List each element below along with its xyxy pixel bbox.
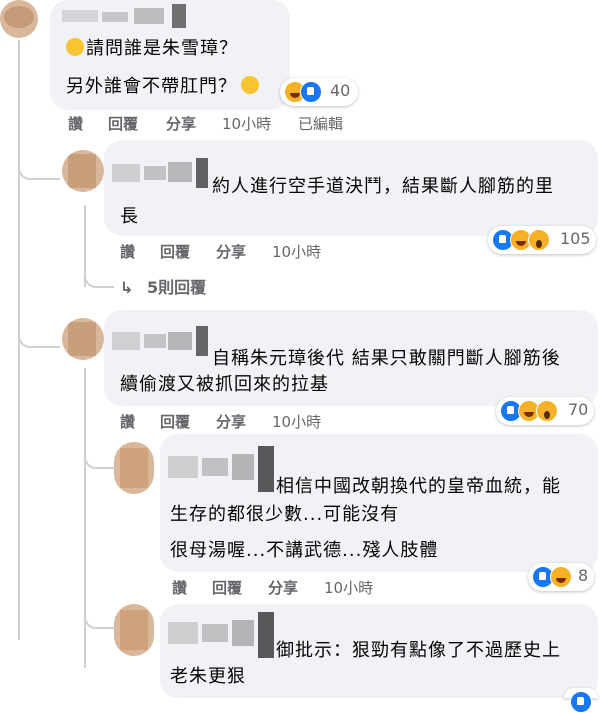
timestamp[interactable]: 10小時: [272, 411, 321, 432]
comment-text-line-1: 請問誰是朱雪璋？: [66, 34, 238, 64]
wow-icon: [528, 229, 550, 251]
confused-emoji-icon: [66, 38, 84, 56]
like-icon: [300, 81, 322, 103]
reaction-summary[interactable]: [564, 688, 598, 713]
reaction-summary[interactable]: 8: [528, 563, 594, 591]
commenter-name-blurred[interactable]: [168, 446, 278, 492]
comment-text-line-2: 生存的都很少數...可能沒有: [170, 504, 400, 525]
reply-button[interactable]: 回覆: [108, 113, 138, 134]
edited-label[interactable]: 已編輯: [298, 113, 343, 134]
comment-text-line-1: 御批示：狠勁有點像了不過歷史上: [276, 640, 561, 661]
commenter-name-blurred[interactable]: [62, 2, 192, 32]
timestamp[interactable]: 10小時: [324, 577, 373, 598]
laughing-emoji-icon: [241, 76, 259, 94]
view-more-replies-button[interactable]: ↳ 5則回覆: [120, 274, 206, 298]
reaction-summary[interactable]: 105: [488, 226, 596, 254]
comment-text-line-2: 長: [120, 206, 139, 227]
share-button[interactable]: 分享: [216, 241, 246, 262]
comment-text-line-2: 另外誰會不帶肛門？: [66, 72, 259, 102]
reaction-summary[interactable]: 40: [280, 78, 358, 106]
avatar[interactable]: [0, 0, 38, 38]
timestamp[interactable]: 10小時: [272, 241, 321, 262]
like-button[interactable]: 讚: [68, 113, 83, 134]
avatar[interactable]: [114, 604, 154, 656]
reaction-summary[interactable]: 70: [496, 397, 594, 425]
like-button[interactable]: 讚: [120, 411, 135, 432]
share-button[interactable]: 分享: [268, 577, 298, 598]
like-button[interactable]: 讚: [120, 241, 135, 262]
reply-arrow-icon: ↳: [120, 278, 134, 297]
commenter-name-blurred[interactable]: [168, 612, 278, 658]
thread-elbow-c5: [84, 605, 116, 629]
wow-icon: [536, 400, 558, 422]
avatar[interactable]: [114, 442, 154, 494]
comment-text-line-2: 續偷渡又被抓回來的拉基: [120, 374, 329, 395]
reply-button[interactable]: 回覆: [212, 577, 242, 598]
share-button[interactable]: 分享: [216, 411, 246, 432]
more-replies-label: 5則回覆: [146, 278, 207, 297]
avatar[interactable]: [62, 318, 104, 360]
thread-elbow-c2-more: [84, 270, 114, 288]
like-button[interactable]: 讚: [172, 577, 187, 598]
reaction-count: 70: [568, 400, 589, 419]
reaction-count: 105: [560, 229, 591, 248]
avatar-blur: [4, 6, 34, 28]
like-icon: [570, 691, 592, 713]
comment-text-line-1: 約人進行空手道決鬥，結果斷人腳筋的里: [212, 176, 554, 197]
reaction-count: 40: [330, 81, 351, 100]
reaction-count: 8: [578, 566, 589, 585]
haha-icon: [550, 566, 572, 588]
comment-text-line-3: 很母湯喔...不講武德...殘人肢體: [170, 540, 439, 561]
comment-text-line-1: 相信中國改朝換代的皇帝血統，能: [276, 476, 561, 497]
comment-text-line-2: 老朱更狠: [170, 666, 246, 687]
thread-elbow-c3: [18, 318, 60, 348]
reply-button[interactable]: 回覆: [160, 411, 190, 432]
reply-button[interactable]: 回覆: [160, 241, 190, 262]
share-button[interactable]: 分享: [166, 113, 196, 134]
thread-elbow-c4: [84, 445, 116, 469]
thread-elbow-c2: [18, 150, 60, 180]
commenter-name-blurred[interactable]: [112, 158, 212, 188]
timestamp[interactable]: 10小時: [222, 113, 271, 134]
commenter-name-blurred[interactable]: [112, 326, 212, 356]
avatar[interactable]: [62, 150, 104, 192]
